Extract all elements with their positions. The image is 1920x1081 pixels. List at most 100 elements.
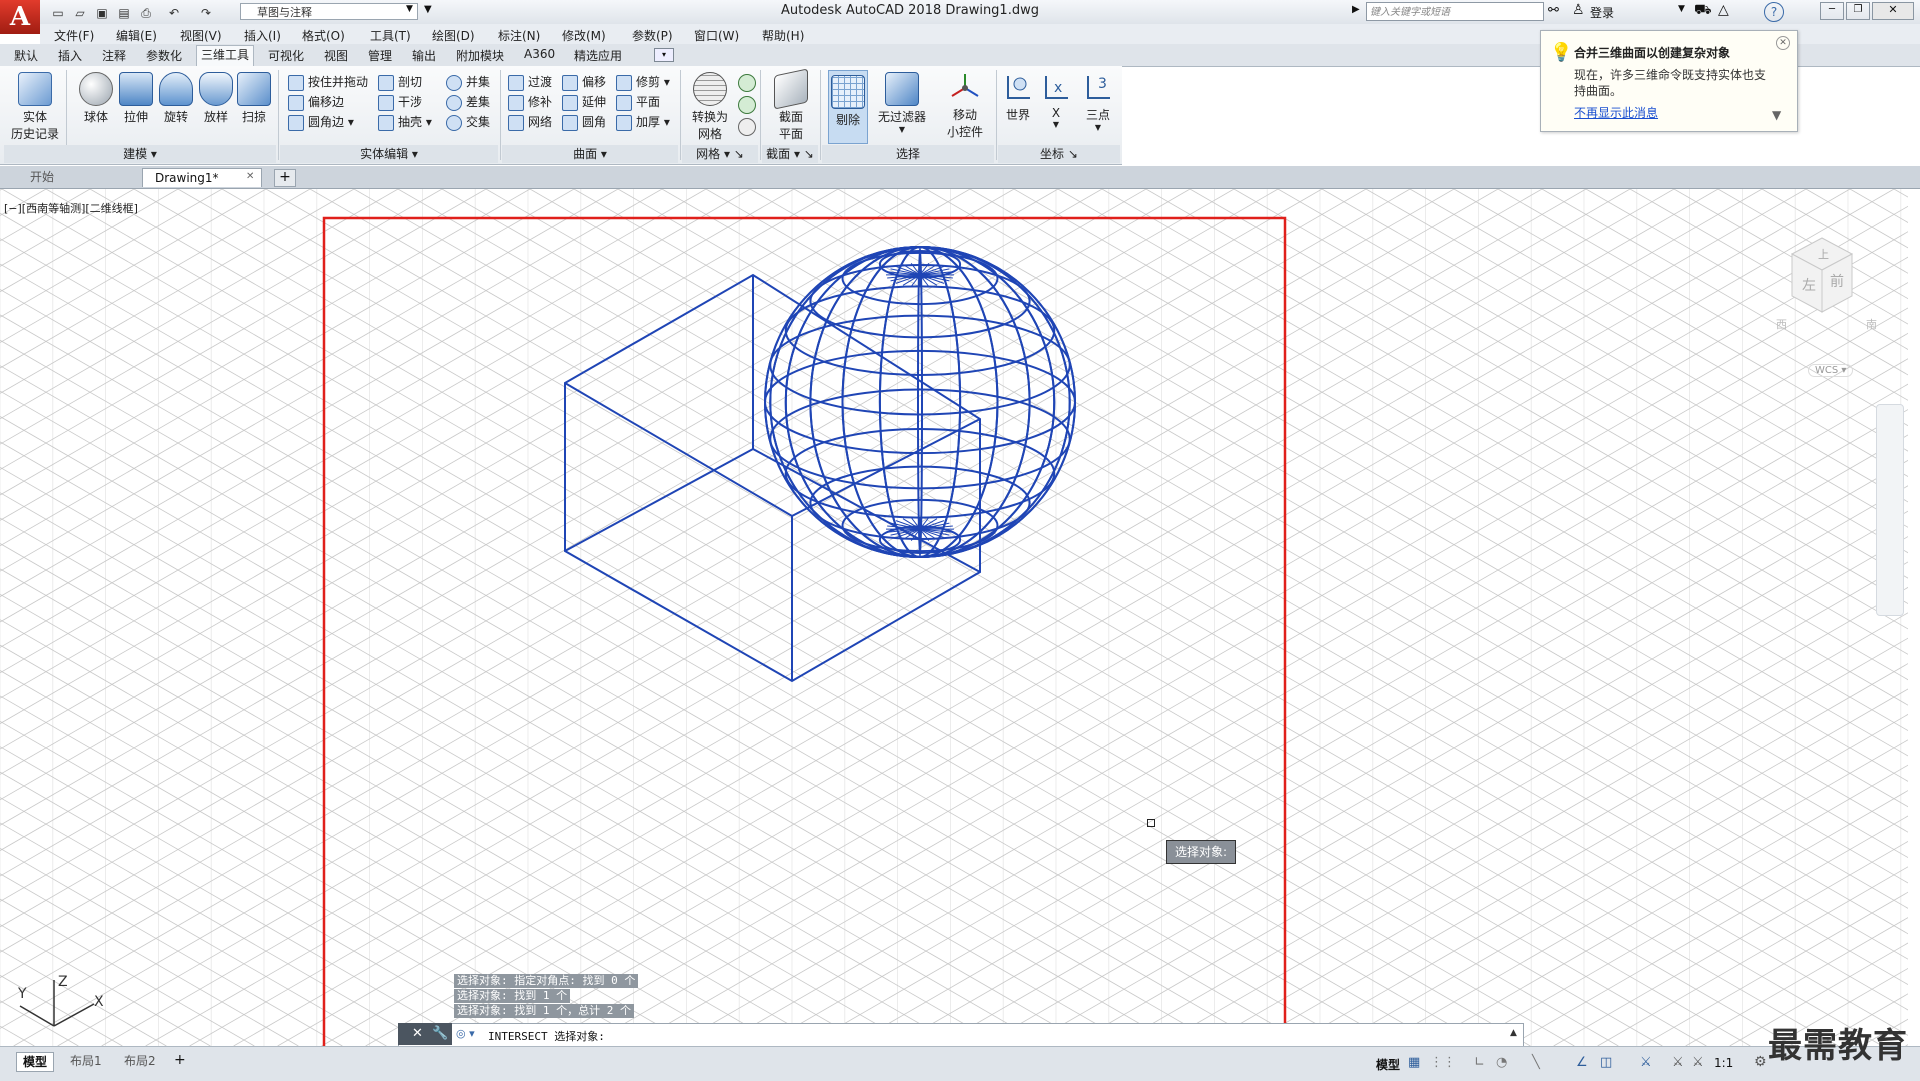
tab-3d-tools[interactable]: 三维工具 bbox=[196, 45, 255, 66]
tab-view[interactable]: 视图 bbox=[320, 47, 352, 64]
shell-button[interactable]: 抽壳 ▾ bbox=[378, 112, 432, 132]
viewcube[interactable]: 上 左 前 西 南 bbox=[1770, 228, 1890, 358]
sweep-button[interactable]: 扫掠 bbox=[232, 72, 276, 125]
offset-edge-button[interactable]: 偏移边 bbox=[288, 92, 368, 112]
menu-file[interactable]: 文件(F) bbox=[54, 27, 94, 44]
fillet-surface-button[interactable]: 圆角 bbox=[562, 112, 606, 132]
annotation-scale-dropdown[interactable]: 1:1 bbox=[1714, 1056, 1733, 1070]
login-link[interactable]: 登录 bbox=[1590, 4, 1614, 21]
patch-button[interactable]: 修补 bbox=[508, 92, 552, 112]
menu-modify[interactable]: 修改(M) bbox=[562, 27, 606, 44]
mesh-refine-icon[interactable] bbox=[738, 118, 756, 136]
menu-dimension[interactable]: 标注(N) bbox=[498, 27, 540, 44]
tab-manage[interactable]: 管理 bbox=[364, 47, 396, 64]
intersect-button[interactable]: 交集 bbox=[446, 112, 490, 132]
print-icon[interactable]: ⎙ bbox=[136, 3, 156, 23]
help-icon[interactable]: ? bbox=[1764, 2, 1784, 22]
snap-toggle-icon[interactable]: ⋮⋮ bbox=[1430, 1055, 1456, 1070]
blend-button[interactable]: 过渡 bbox=[508, 72, 552, 92]
close-button[interactable]: ✕ bbox=[1872, 2, 1914, 20]
sphere-button[interactable]: 球体 bbox=[74, 72, 118, 125]
new-layout-button[interactable]: + bbox=[174, 1052, 186, 1068]
menu-draw[interactable]: 绘图(D) bbox=[432, 27, 475, 44]
gear-icon[interactable]: ⚙ bbox=[1754, 1054, 1767, 1070]
ribbon-toggle-icon[interactable]: ▾ bbox=[654, 48, 674, 62]
panel-title-selection[interactable]: 选择 bbox=[822, 145, 994, 163]
binoculars-icon[interactable]: ⚯ bbox=[1548, 3, 1559, 18]
menu-view[interactable]: 视图(V) bbox=[180, 27, 222, 44]
dont-show-again-link[interactable]: 不再显示此消息 bbox=[1574, 104, 1658, 121]
object-snap-tracking-icon[interactable]: ∠ bbox=[1576, 1055, 1588, 1070]
presspull-button[interactable]: 按住并拖动 bbox=[288, 72, 368, 92]
cart-icon[interactable]: ⛟ bbox=[1694, 2, 1712, 20]
undo-icon[interactable]: ↶ bbox=[164, 3, 184, 23]
culling-button[interactable]: 剔除 bbox=[828, 70, 868, 144]
wireframe-sphere[interactable] bbox=[764, 246, 1076, 558]
chevron-up-icon[interactable]: ▲ bbox=[1510, 1028, 1517, 1038]
layout-tab-model[interactable]: 模型 bbox=[16, 1052, 55, 1072]
user-icon[interactable]: ♙ bbox=[1572, 2, 1585, 18]
tab-annotate[interactable]: 注释 bbox=[98, 47, 130, 64]
trim-surface-button[interactable]: 修剪 ▾ bbox=[616, 72, 670, 92]
planar-surface-button[interactable]: 平面 bbox=[616, 92, 670, 112]
annotation-scale-icon[interactable]: ⚔ bbox=[1692, 1055, 1704, 1070]
panel-title-mesh[interactable]: 网格 ▾ ↘ bbox=[682, 145, 758, 163]
panel-title-surface[interactable]: 曲面 ▾ bbox=[502, 145, 678, 163]
auto-scale-icon[interactable]: ⚔ bbox=[1672, 1055, 1684, 1070]
menu-parametric[interactable]: 参数(P) bbox=[632, 27, 673, 44]
isodraft-icon[interactable]: ╲ bbox=[1532, 1055, 1540, 1070]
panel-title-section[interactable]: 截面 ▾ ↘ bbox=[762, 145, 818, 163]
section-plane-button[interactable]: 截面 平面 bbox=[768, 68, 814, 142]
panel-title-modeling[interactable]: 建模 ▾ bbox=[4, 145, 276, 163]
tab-parametric[interactable]: 参数化 bbox=[142, 47, 186, 64]
redo-icon[interactable]: ↷ bbox=[196, 3, 216, 23]
command-input[interactable]: INTERSECT 选择对象: bbox=[488, 1028, 605, 1044]
restore-button[interactable]: ❐ bbox=[1846, 2, 1870, 20]
tab-default[interactable]: 默认 bbox=[10, 47, 42, 64]
move-gizmo-button[interactable]: 移动 小控件 bbox=[940, 72, 990, 140]
menu-edit[interactable]: 编辑(E) bbox=[116, 27, 157, 44]
menu-insert[interactable]: 插入(I) bbox=[244, 27, 281, 44]
ucs-x-button[interactable]: x X ▼ bbox=[1038, 72, 1074, 129]
a360-icon[interactable]: △ bbox=[1718, 2, 1729, 18]
qa-customize-icon[interactable]: ▼ bbox=[424, 4, 432, 15]
no-filter-button[interactable]: 无过滤器 ▼ bbox=[874, 72, 930, 134]
mesh-smooth-more-icon[interactable] bbox=[738, 74, 756, 92]
menu-help[interactable]: 帮助(H) bbox=[762, 27, 804, 44]
chevron-down-icon[interactable]: ▼ bbox=[1772, 108, 1781, 122]
workspace-dropdown[interactable]: 草图与注释 bbox=[240, 3, 418, 20]
panel-title-coordinates[interactable]: 坐标 ↘ bbox=[998, 145, 1120, 163]
search-input[interactable]: 键入关键字或短语 bbox=[1366, 2, 1544, 21]
solid-history-button[interactable]: 实体 历史记录 bbox=[10, 72, 60, 142]
subtract-button[interactable]: 差集 bbox=[446, 92, 490, 112]
extrude-button[interactable]: 拉伸 bbox=[114, 72, 158, 125]
slice-button[interactable]: 剖切 bbox=[378, 72, 432, 92]
expand-icon[interactable]: ▶ bbox=[1352, 4, 1360, 15]
tab-drawing1[interactable]: Drawing1* bbox=[142, 168, 262, 187]
new-tab-button[interactable]: + bbox=[274, 169, 296, 187]
save-as-icon[interactable]: ▤ bbox=[114, 3, 134, 23]
interfere-button[interactable]: 干涉 bbox=[378, 92, 432, 112]
panel-title-solid-editing[interactable]: 实体编辑 ▾ bbox=[280, 145, 498, 163]
layout-tab-layout1[interactable]: 布局1 bbox=[64, 1052, 108, 1070]
ucs-world-button[interactable]: 世界 bbox=[1000, 72, 1036, 123]
close-icon[interactable]: ✕ bbox=[412, 1026, 423, 1041]
close-icon[interactable]: ✕ bbox=[1776, 36, 1790, 50]
annotation-visibility-icon[interactable]: ⚔ bbox=[1640, 1055, 1652, 1070]
new-icon[interactable]: ▭ bbox=[48, 3, 68, 23]
save-icon[interactable]: ▣ bbox=[92, 3, 112, 23]
minimize-button[interactable]: ─ bbox=[1820, 2, 1844, 20]
revolve-button[interactable]: 旋转 bbox=[154, 72, 198, 125]
polar-toggle-icon[interactable]: ◔ bbox=[1496, 1055, 1507, 1070]
fillet-edge-button[interactable]: 圆角边 ▾ bbox=[288, 112, 368, 132]
navigation-bar[interactable] bbox=[1876, 404, 1904, 616]
tab-featured-apps[interactable]: 精选应用 bbox=[570, 47, 626, 64]
wcs-menu[interactable]: WCS ▾ bbox=[1808, 364, 1854, 377]
tab-insert[interactable]: 插入 bbox=[54, 47, 86, 64]
extend-surface-button[interactable]: 延伸 bbox=[562, 92, 606, 112]
network-button[interactable]: 网络 bbox=[508, 112, 552, 132]
mesh-smooth-less-icon[interactable] bbox=[738, 96, 756, 114]
thicken-button[interactable]: 加厚 ▾ bbox=[616, 112, 670, 132]
model-space-toggle[interactable]: 模型 bbox=[1376, 1056, 1400, 1073]
layout-tab-layout2[interactable]: 布局2 bbox=[118, 1052, 162, 1070]
